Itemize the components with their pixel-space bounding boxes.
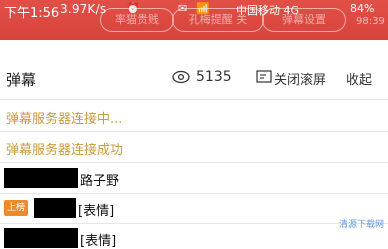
close-scroll-button[interactable]: 关闭滚屏: [274, 69, 326, 88]
redacted-username: [4, 228, 78, 248]
danmu-toolbar: 弹幕 5135 关闭滚屏 收起: [0, 58, 388, 98]
rank-badge: 上榜: [4, 200, 29, 216]
status-bar: 下午1:56 3.97K/s ⏰ ✉ 📶 中国移动 4G 84% 率猫贵贱 孔梅…: [0, 0, 388, 40]
system-message: 弹幕服务器连接中...: [6, 112, 123, 127]
danmu-title: 弹幕: [6, 71, 37, 89]
divider: [0, 193, 388, 194]
user-message: [表情]: [80, 234, 117, 249]
status-time: 下午1:56: [4, 6, 60, 21]
header-pill-1[interactable]: 率猫贵贱: [100, 8, 174, 32]
status-battery: 84%: [350, 2, 375, 15]
system-message: 弹幕服务器连接成功: [6, 143, 124, 158]
danmu-settings-pill[interactable]: 弹幕设置: [262, 8, 346, 32]
divider: [0, 162, 388, 163]
divider: [0, 131, 388, 132]
user-message: [表情]: [78, 204, 115, 219]
watermark: 清源下载网: [338, 220, 384, 230]
status-speed: 3.97K/s: [60, 2, 107, 16]
collapse-button[interactable]: 收起: [346, 69, 372, 88]
header-pill-2[interactable]: 孔梅提醒 关: [172, 8, 264, 32]
eye-icon: [172, 70, 190, 84]
divider: [0, 99, 388, 100]
view-count: 5135: [196, 69, 232, 85]
redacted-username: [34, 198, 76, 218]
user-message: 路子野: [80, 174, 120, 189]
scroll-lock-icon[interactable]: [256, 70, 274, 84]
header-counter: 98:39: [356, 16, 385, 27]
redacted-username: [4, 168, 78, 188]
